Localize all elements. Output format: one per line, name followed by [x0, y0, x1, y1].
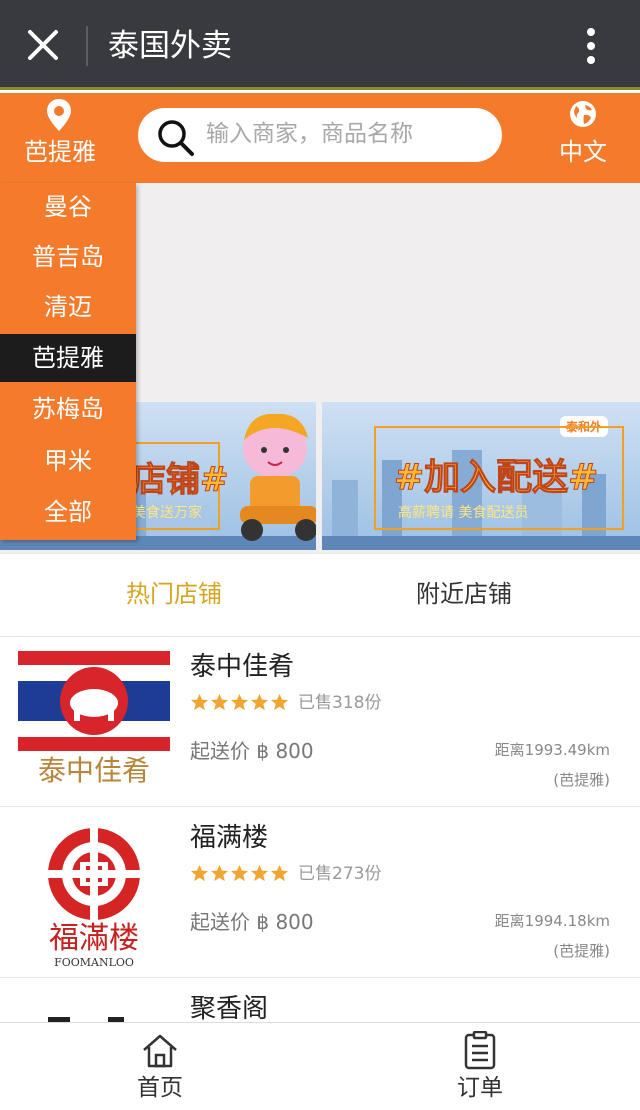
city-option-pattaya[interactable]: 芭提雅 [0, 334, 136, 382]
sold-count: 已售318份 [298, 693, 382, 713]
nav-orders-label: 订单 [457, 1075, 503, 1101]
location-pin-icon [47, 99, 71, 131]
store-logo-caption: 泰中佳肴 [37, 754, 150, 787]
star-icon [270, 864, 289, 882]
city-option-all[interactable]: 全部 [0, 488, 136, 536]
elephant-delivery-mascot-icon [240, 413, 316, 541]
store-tabs: 热门店铺 附近店铺 [0, 553, 640, 637]
star-rating [190, 693, 290, 713]
current-city-label: 芭提雅 [24, 138, 96, 166]
store-card[interactable]: 福滿楼 FOOMANLOO 福满楼 已售273份 起送价 ฿ 800 距离199… [0, 808, 640, 978]
bottom-navigation: 首页 订单 [0, 1022, 640, 1110]
banner-right-subtitle: 高薪聘请 美食配送员 [398, 505, 529, 521]
star-icon [190, 693, 209, 711]
store-distance: 距离1993.49km [494, 741, 610, 759]
search-icon [158, 120, 194, 156]
city-dropdown: 曼谷 普吉岛 清迈 芭提雅 苏梅岛 甲米 全部 [0, 183, 136, 540]
city-option-krabi[interactable]: 甲米 [0, 437, 136, 485]
tab-nearby-stores[interactable]: 附近店铺 [334, 554, 594, 638]
star-icon [190, 864, 209, 882]
store-distance: 距离1994.18km [494, 912, 610, 930]
city-option-phuket[interactable]: 普吉岛 [0, 233, 136, 281]
language-selector[interactable]: 中文 [550, 93, 616, 183]
title-bar: 泰国外卖 [0, 0, 640, 90]
min-order-price: 起送价 ฿ 800 [190, 910, 314, 934]
star-rating [190, 864, 290, 884]
star-icon [210, 693, 229, 711]
banner-left-title: 店铺# [132, 460, 229, 501]
order-list-icon [464, 1031, 496, 1070]
nav-orders[interactable]: 订单 [400, 1023, 560, 1110]
store-logo-subcaption: FOOMANLOO [54, 956, 134, 969]
search-placeholder: 输入商家，商品名称 [206, 121, 413, 147]
store-name: 福满楼 [190, 823, 269, 853]
page-title: 泰国外卖 [108, 28, 232, 64]
close-icon[interactable] [20, 22, 66, 68]
store-logo [18, 1013, 170, 1022]
city-selector[interactable]: 芭提雅 [10, 93, 114, 183]
min-order-price: 起送价 ฿ 800 [190, 739, 314, 763]
tab-popular-stores[interactable]: 热门店铺 [44, 554, 304, 638]
title-divider [86, 26, 88, 66]
nav-home-label: 首页 [137, 1075, 183, 1101]
store-name: 泰中佳肴 [190, 652, 295, 682]
banner-left-subtitle: 美食送万家 [132, 505, 202, 521]
home-icon [143, 1034, 177, 1068]
store-area: (芭提雅) [553, 771, 610, 789]
store-logo-caption: 福滿楼 [49, 921, 139, 956]
city-option-chiangmai[interactable]: 清迈 [0, 283, 136, 331]
more-options-icon[interactable] [574, 24, 608, 68]
banner-right-title: #加入配送# [393, 457, 599, 499]
search-input[interactable]: 输入商家，商品名称 [138, 108, 502, 162]
globe-icon [570, 101, 596, 127]
promo-banner-delivery[interactable]: 泰和外 #加入配送# 高薪聘请 美食配送员 [322, 402, 640, 550]
sold-count: 已售273份 [298, 864, 382, 884]
city-option-bangkok[interactable]: 曼谷 [0, 183, 136, 231]
star-icon [250, 864, 269, 882]
star-icon [270, 693, 289, 711]
nav-home[interactable]: 首页 [80, 1023, 240, 1110]
star-icon [210, 864, 229, 882]
star-icon [250, 693, 269, 711]
star-icon [230, 864, 249, 882]
app-header: 芭提雅 输入商家，商品名称 中文 [0, 93, 640, 183]
store-area: (芭提雅) [553, 942, 610, 960]
store-name: 聚香阁 [190, 994, 269, 1022]
store-card[interactable]: 泰中佳肴 泰中佳肴 已售318份 起送价 ฿ 800 距离1993.49km (… [0, 637, 640, 807]
city-option-koh-samui[interactable]: 苏梅岛 [0, 385, 136, 433]
store-card[interactable]: 聚香阁 [0, 979, 640, 1022]
language-label: 中文 [559, 138, 607, 166]
star-icon [230, 693, 249, 711]
